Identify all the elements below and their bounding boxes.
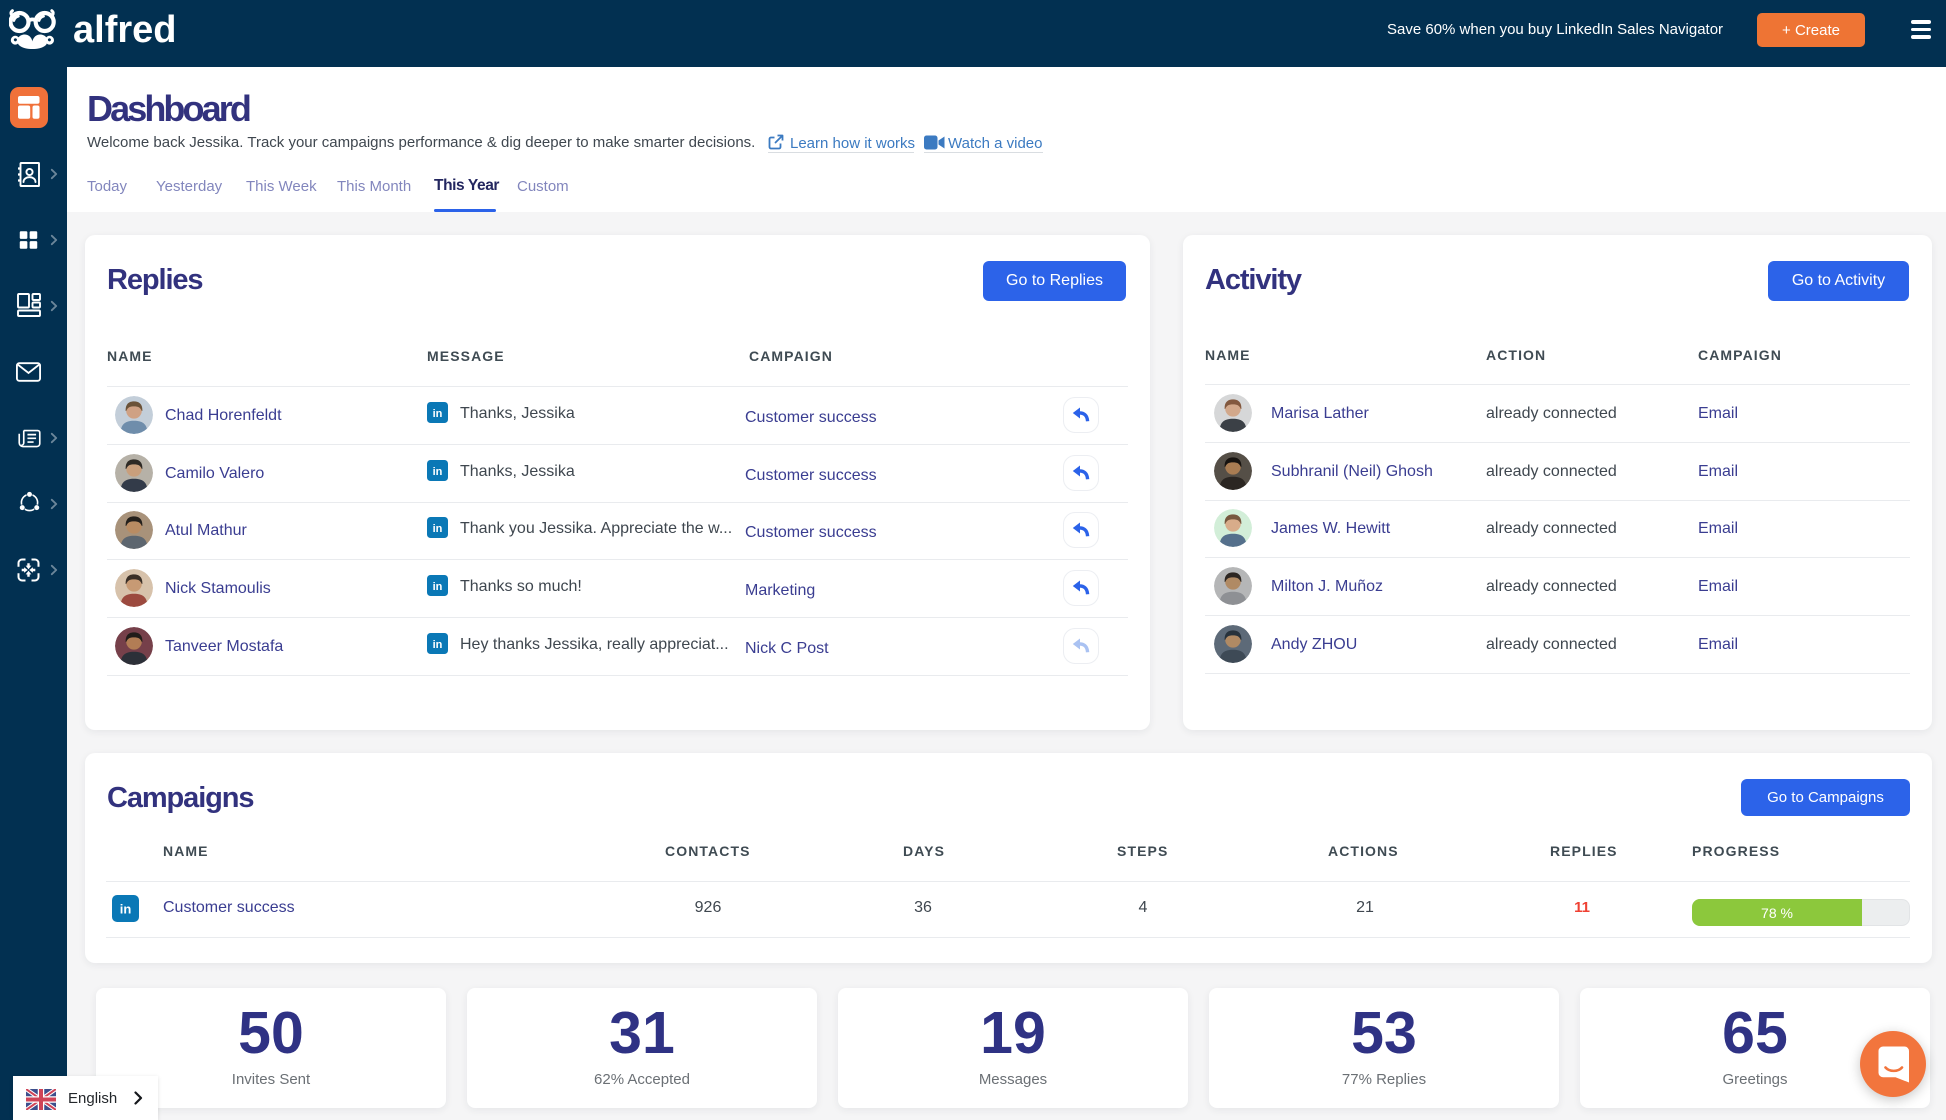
svg-text:in: in	[433, 523, 443, 535]
svg-text:in: in	[433, 466, 443, 478]
svg-text:in: in	[433, 639, 443, 651]
svg-text:in: in	[433, 408, 443, 420]
svg-text:in: in	[120, 902, 132, 917]
svg-text:in: in	[433, 581, 443, 593]
